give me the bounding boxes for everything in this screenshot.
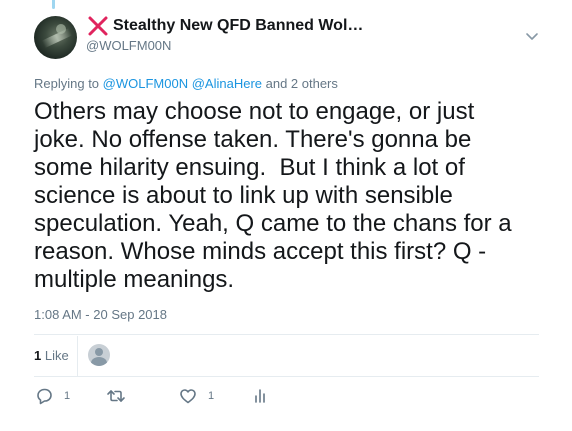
replying-to-prefix: Replying to: [34, 76, 103, 91]
tweet-text: Others may choose not to engage, or just…: [34, 98, 512, 293]
liker-avatar[interactable]: [88, 344, 110, 366]
author-handle[interactable]: @WOLFM00N: [86, 38, 171, 53]
likes-stat[interactable]: 1 Like: [34, 348, 69, 363]
likes-stat-label: Like: [44, 348, 69, 363]
likes-stat-count: 1: [34, 348, 42, 363]
thread-connector-line: [52, 0, 55, 9]
heart-icon: [178, 386, 198, 406]
author-display-name[interactable]: Stealthy New QFD Banned Wol…: [113, 17, 363, 35]
chevron-down-icon[interactable]: [524, 30, 540, 44]
divider: [34, 376, 539, 377]
stats-separator: [77, 336, 78, 376]
analytics-icon: [250, 386, 270, 406]
reply-count: 1: [64, 390, 71, 402]
reply-mention-link-1[interactable]: @WOLFM00N: [103, 76, 188, 91]
reply-button[interactable]: 1: [34, 386, 70, 406]
like-count: 1: [208, 390, 215, 402]
avatar[interactable]: [34, 16, 77, 59]
analytics-button[interactable]: [250, 386, 270, 406]
reply-icon: [34, 386, 54, 406]
replying-to-line: Replying to @WOLFM00N @AlinaHere and 2 o…: [34, 76, 338, 91]
reply-mention-link-2[interactable]: @AlinaHere: [192, 76, 262, 91]
default-avatar-body: [91, 357, 107, 366]
tweet-timestamp[interactable]: 1:08 AM - 20 Sep 2018: [34, 307, 167, 322]
replying-to-suffix[interactable]: and 2 others: [262, 76, 338, 91]
retweet-icon: [106, 386, 126, 406]
tweet-actions: 1 1: [34, 386, 539, 408]
like-button[interactable]: 1: [178, 386, 214, 406]
likes-stats-row: 1 Like: [34, 336, 539, 376]
avatar-highlight: [56, 24, 66, 34]
retweet-button[interactable]: [106, 386, 136, 406]
default-avatar-head: [95, 348, 103, 356]
red-x-icon: [87, 15, 109, 37]
author-name-row[interactable]: Stealthy New QFD Banned Wol…: [87, 15, 363, 37]
divider: [34, 334, 539, 335]
